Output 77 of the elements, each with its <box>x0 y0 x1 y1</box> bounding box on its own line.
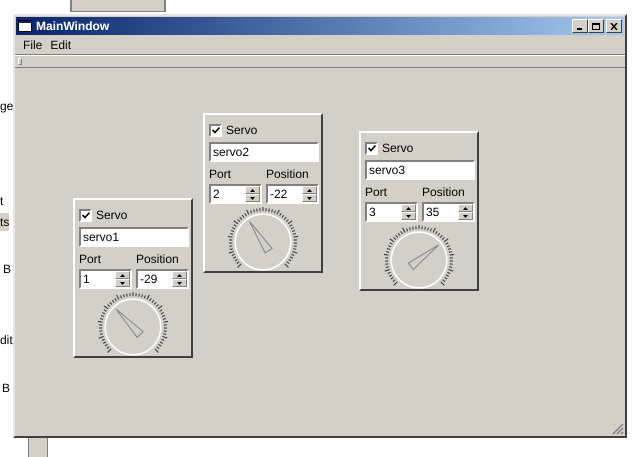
checkbox[interactable] <box>209 124 222 136</box>
up-arrow-icon <box>177 274 182 276</box>
spin-down-button[interactable] <box>401 212 416 220</box>
dial-needle <box>115 308 144 338</box>
position-label: Position <box>422 184 466 201</box>
up-arrow-icon <box>120 274 125 276</box>
down-arrow-icon <box>177 282 182 284</box>
checkbox[interactable] <box>79 208 92 222</box>
background-text: B <box>3 261 12 278</box>
spin-value: 1 <box>82 273 91 285</box>
window-icon <box>18 20 32 32</box>
background-text: t <box>0 193 4 210</box>
background-text: B <box>2 380 10 397</box>
background-text: ge <box>0 98 14 115</box>
minimize-button[interactable] <box>572 19 588 33</box>
position-spinbox[interactable]: 35 <box>422 202 475 222</box>
dial-needle <box>249 220 273 254</box>
down-arrow-icon <box>307 196 312 200</box>
spin-value: 3 <box>368 206 377 218</box>
spin-up-button[interactable] <box>245 186 260 194</box>
dial-needle <box>408 244 440 270</box>
spin-value: 35 <box>425 206 440 218</box>
check-icon <box>212 126 220 134</box>
background-text: dit <box>0 332 13 349</box>
position-label: Position <box>136 251 180 268</box>
name-value: servo2 <box>213 144 250 161</box>
close-button[interactable] <box>606 19 622 33</box>
spin-up-button[interactable] <box>115 271 130 279</box>
port-label: Port <box>209 166 232 183</box>
spin-up-button[interactable] <box>401 204 416 212</box>
position-spinbox[interactable]: -29 <box>136 269 189 289</box>
spin-value: -29 <box>139 273 158 285</box>
down-arrow-icon <box>250 196 255 200</box>
size-grip-icon <box>612 423 624 435</box>
name-field[interactable]: servo2 <box>209 142 319 162</box>
name-value: servo1 <box>83 229 120 246</box>
spin-up-button[interactable] <box>458 204 473 212</box>
menu-item[interactable]: File <box>19 36 46 54</box>
spin-up-button[interactable] <box>302 186 317 194</box>
port-spinbox[interactable]: 3 <box>365 202 418 222</box>
checkbox-label: Servo <box>96 207 128 224</box>
position-label: Position <box>266 166 310 183</box>
spin-up-button[interactable] <box>172 271 187 279</box>
spin-value: 2 <box>212 188 221 200</box>
spin-down-button[interactable] <box>172 279 187 287</box>
check-icon <box>82 212 90 218</box>
close-icon <box>610 22 618 30</box>
down-arrow-icon <box>463 214 468 218</box>
up-arrow-icon <box>406 206 411 210</box>
toolbar-handle[interactable] <box>18 58 22 65</box>
spin-down-button[interactable] <box>115 279 130 287</box>
checkbox-label: Servo <box>382 140 414 157</box>
name-field[interactable]: servo1 <box>79 227 189 247</box>
spin-down-button[interactable] <box>245 194 260 202</box>
down-arrow-icon <box>406 214 411 218</box>
spin-value: -22 <box>269 188 288 200</box>
port-label: Port <box>365 184 388 201</box>
port-spinbox[interactable]: 1 <box>79 269 132 289</box>
down-arrow-icon <box>120 282 125 284</box>
up-arrow-icon <box>307 188 312 192</box>
name-value: servo3 <box>369 162 406 179</box>
maximize-icon <box>592 22 600 30</box>
checkbox-label: Servo <box>226 122 258 139</box>
checkbox[interactable] <box>365 142 378 154</box>
spin-down-button[interactable] <box>302 194 317 202</box>
port-spinbox[interactable]: 2 <box>209 184 262 204</box>
background-text: ts <box>0 213 10 231</box>
up-arrow-icon <box>250 188 255 192</box>
spin-down-button[interactable] <box>458 212 473 220</box>
window-title: MainWindow <box>36 18 110 35</box>
check-icon <box>368 144 376 152</box>
name-field[interactable]: servo3 <box>365 160 475 180</box>
maximize-button[interactable] <box>588 19 604 33</box>
up-arrow-icon <box>463 206 468 210</box>
port-label: Port <box>79 251 102 268</box>
position-spinbox[interactable]: -22 <box>266 184 319 204</box>
menu-item[interactable]: Edit <box>46 36 76 54</box>
